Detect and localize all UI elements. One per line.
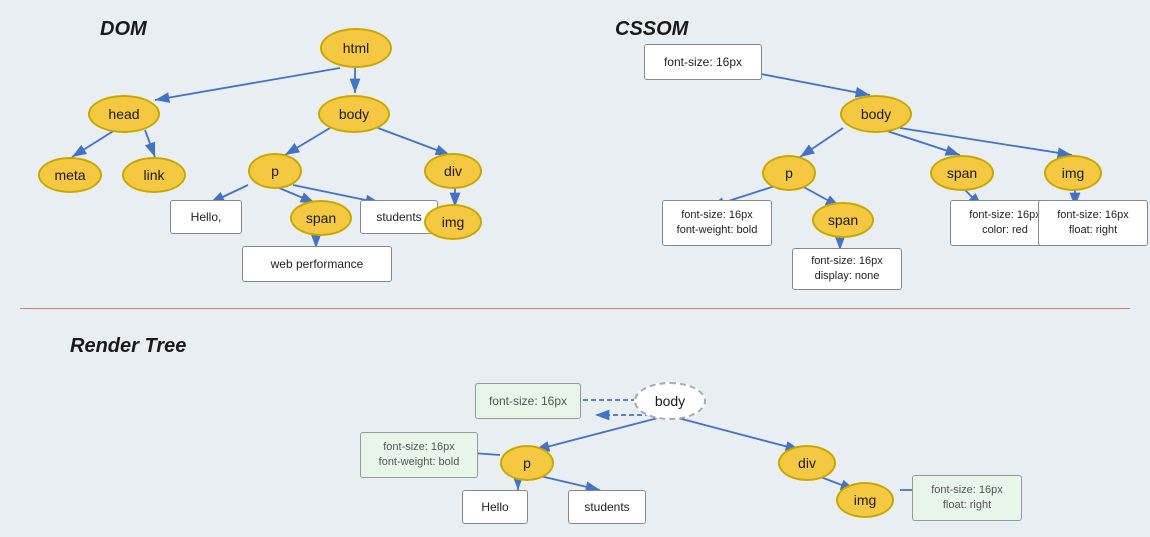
cssom-img-styles-rect: font-size: 16px float: right bbox=[1038, 200, 1148, 246]
section-divider bbox=[20, 308, 1130, 309]
cssom-span2-styles-rect: font-size: 16px display: none bbox=[792, 248, 902, 290]
render-img-node: img bbox=[836, 482, 894, 518]
cssom-label: CSSOM bbox=[615, 18, 688, 41]
diagram-container: DOM html head body meta link p div Hello… bbox=[0, 0, 1150, 537]
render-students-rect: students bbox=[568, 490, 646, 524]
cssom-fontsize-rect: font-size: 16px bbox=[644, 44, 762, 80]
cssom-span1-node: span bbox=[930, 155, 994, 191]
dom-link-node: link bbox=[122, 157, 186, 193]
dom-p-node: p bbox=[248, 153, 302, 189]
dom-head-node: head bbox=[88, 95, 160, 133]
render-label: Render Tree bbox=[70, 335, 186, 358]
dom-span-node: span bbox=[290, 200, 352, 236]
dom-body-node: body bbox=[318, 95, 390, 133]
cssom-p-node: p bbox=[762, 155, 816, 191]
dom-div-node: div bbox=[424, 153, 482, 189]
render-div-node: div bbox=[778, 445, 836, 481]
render-p-styles-rect: font-size: 16px font-weight: bold bbox=[360, 432, 478, 478]
arrows-svg bbox=[0, 0, 1150, 537]
dom-meta-node: meta bbox=[38, 157, 102, 193]
dom-hello-rect: Hello, bbox=[170, 200, 242, 234]
cssom-span2-node: span bbox=[812, 202, 874, 238]
render-body-node: body bbox=[634, 382, 706, 420]
render-p-node: p bbox=[500, 445, 554, 481]
render-img-styles-rect: font-size: 16px float: right bbox=[912, 475, 1022, 521]
render-fontsize-rect: font-size: 16px bbox=[475, 383, 581, 419]
render-hello-rect: Hello bbox=[462, 490, 528, 524]
dom-label: DOM bbox=[100, 18, 147, 41]
dom-img-node: img bbox=[424, 204, 482, 240]
cssom-body-node: body bbox=[840, 95, 912, 133]
dom-html-node: html bbox=[320, 28, 392, 68]
cssom-p-styles-rect: font-size: 16px font-weight: bold bbox=[662, 200, 772, 246]
cssom-img-node: img bbox=[1044, 155, 1102, 191]
dom-web-performance-rect: web performance bbox=[242, 246, 392, 282]
